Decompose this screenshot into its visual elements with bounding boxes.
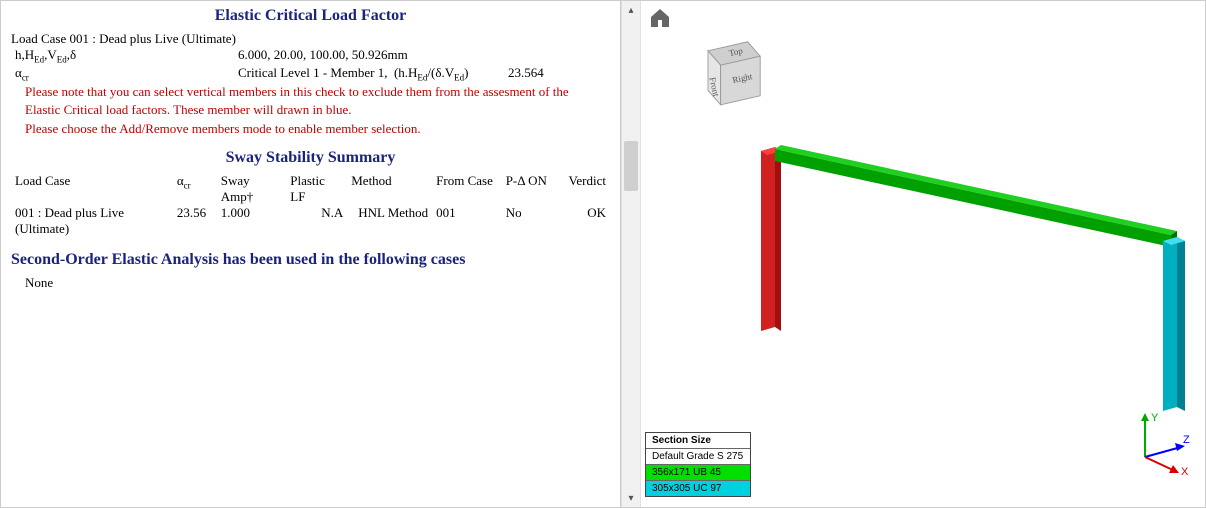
scroll-down-arrow-icon[interactable]: ▾ [622, 489, 640, 507]
home-icon [647, 6, 673, 30]
section-legend: Section Size Default Grade S 275 356x171… [645, 432, 751, 497]
hdr-alpha-cr: αcr [173, 173, 217, 205]
cell-method: HNL Method [347, 205, 432, 237]
cell-plastic-lf: N.A [286, 205, 347, 237]
scroll-up-arrow-icon[interactable]: ▴ [622, 1, 640, 19]
hdr-sway-amp: Sway Amp† [217, 173, 287, 205]
sway-table-header: Load Case αcr Sway Amp† Plastic LF Metho… [11, 173, 610, 205]
hdr-load-case: Load Case [11, 173, 173, 205]
report-scrollbar[interactable]: ▴ ▾ [621, 1, 641, 507]
alpha-row: αcr Critical Level 1 - Member 1, (h.HEd/… [11, 65, 610, 83]
cell-load-case: 001 : Dead plus Live (Ultimate) [11, 205, 173, 237]
second-order-none: None [25, 275, 610, 291]
params-label: h,HEd,VEd,δ [11, 47, 234, 65]
legend-header: Section Size [646, 433, 750, 449]
warning-note-1: Please note that you can select vertical… [25, 84, 610, 100]
load-case-line: Load Case 001 : Dead plus Live (Ultimate… [11, 31, 610, 47]
alpha-label: αcr [11, 65, 234, 83]
warning-note-2: Elastic Critical load factors. These mem… [25, 102, 610, 118]
crit-level-value: 23.564 [504, 65, 548, 83]
report-pane: Elastic Critical Load Factor Load Case 0… [1, 1, 621, 507]
axis-triad: Y Z X [1125, 407, 1195, 477]
cell-sway-amp: 1.000 [217, 205, 287, 237]
axis-x-label: X [1181, 466, 1189, 477]
hdr-from-case: From Case [432, 173, 502, 205]
hdr-pdelta: P-Δ ON [502, 173, 558, 205]
params-row: h,HEd,VEd,δ 6.000, 20.00, 100.00, 50.926… [11, 47, 610, 65]
member-beam[interactable] [775, 145, 1177, 247]
hdr-method: Method [347, 173, 432, 205]
hdr-plastic-lf: Plastic LF [286, 173, 347, 205]
table-row: 001 : Dead plus Live (Ultimate) 23.56 1.… [11, 205, 610, 237]
legend-default-grade: Default Grade S 275 [646, 449, 750, 465]
hdr-verdict: Verdict [558, 173, 610, 205]
viewcube-home-button[interactable] [645, 5, 675, 31]
legend-row-uc: 305x305 UC 97 [646, 481, 750, 496]
crit-level-label: Critical Level 1 - Member 1, (h.HEd/(δ.V… [234, 65, 504, 83]
cell-alpha-cr: 23.56 [173, 205, 217, 237]
axis-y-label: Y [1151, 412, 1159, 424]
cell-pdelta: No [502, 205, 558, 237]
member-right-column[interactable] [1163, 237, 1185, 411]
second-order-title: Second-Order Elastic Analysis has been u… [11, 251, 610, 269]
cell-verdict: OK [558, 205, 610, 237]
scroll-thumb[interactable] [624, 141, 638, 191]
cell-from-case: 001 [432, 205, 502, 237]
member-left-column[interactable] [761, 147, 781, 331]
app-root: Elastic Critical Load Factor Load Case 0… [0, 0, 1206, 508]
sway-summary-title: Sway Stability Summary [11, 149, 610, 167]
structural-model[interactable] [701, 131, 1191, 451]
warning-note-3: Please choose the Add/Remove members mod… [25, 121, 610, 137]
sway-table: Load Case αcr Sway Amp† Plastic LF Metho… [11, 173, 610, 237]
elastic-critical-title: Elastic Critical Load Factor [11, 7, 610, 25]
viewcube[interactable]: Top Front Right [681, 31, 771, 121]
viewport-pane[interactable]: Top Front Right [641, 1, 1205, 507]
params-values: 6.000, 20.00, 100.00, 50.926mm [234, 47, 412, 65]
axis-z-label: Z [1183, 434, 1190, 446]
legend-row-ub: 356x171 UB 45 [646, 465, 750, 481]
